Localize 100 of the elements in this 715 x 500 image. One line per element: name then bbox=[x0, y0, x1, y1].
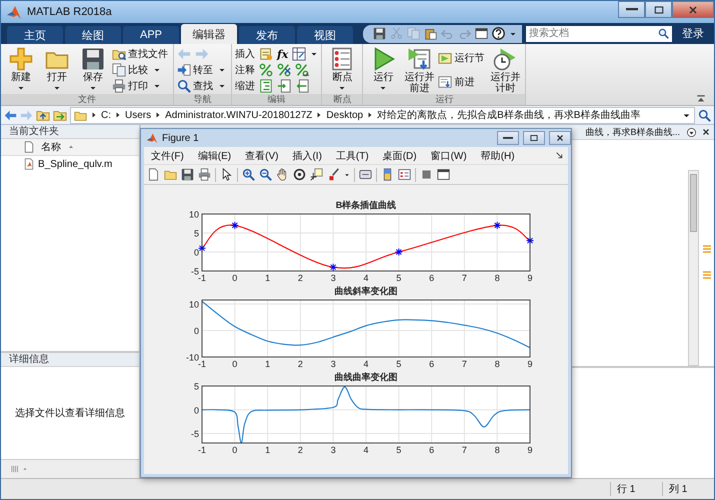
menu-item[interactable]: 帮助(H) bbox=[474, 147, 522, 164]
collapse-icon[interactable] bbox=[696, 94, 706, 104]
window-icon[interactable] bbox=[475, 27, 488, 40]
path-segment[interactable]: 对给定的离散点，先拟合成B样条曲线，再求B样条曲线曲率 bbox=[377, 108, 640, 122]
paste-icon[interactable] bbox=[424, 27, 437, 40]
menu-item[interactable]: 插入(I) bbox=[285, 147, 329, 164]
circle-caret-icon[interactable] bbox=[686, 126, 697, 138]
legend-icon[interactable] bbox=[398, 168, 411, 181]
ribbon-button[interactable]: 打开 bbox=[40, 46, 74, 94]
login-button[interactable]: 登录 bbox=[674, 26, 712, 41]
dock-arrow-icon[interactable] bbox=[555, 151, 564, 160]
indent-left-icon[interactable] bbox=[295, 79, 309, 93]
scrollbar-thumb[interactable] bbox=[690, 174, 697, 232]
scrollbar[interactable] bbox=[688, 170, 699, 366]
brush-icon[interactable] bbox=[327, 168, 340, 181]
folder-up-icon[interactable] bbox=[36, 108, 50, 122]
close-button[interactable] bbox=[672, 1, 714, 18]
ribbon-button[interactable]: 转至 bbox=[177, 62, 228, 78]
tick-label: 7 bbox=[462, 359, 467, 369]
indent-right-icon[interactable] bbox=[277, 79, 291, 93]
menu-item[interactable]: 窗口(W) bbox=[424, 147, 474, 164]
maximize-button[interactable] bbox=[645, 1, 672, 18]
minimize-icon bbox=[503, 137, 513, 139]
column-label: 名称 bbox=[41, 141, 61, 154]
ribbon-button[interactable]: 运行并计时 bbox=[488, 46, 522, 94]
path-segment[interactable]: Desktop bbox=[326, 110, 364, 120]
tick-label: 2 bbox=[298, 273, 303, 283]
window-title: Figure 1 bbox=[162, 132, 199, 144]
menu-item[interactable]: 文件(F) bbox=[144, 147, 191, 164]
ribbon-button[interactable]: 比较 bbox=[112, 62, 170, 78]
back-arrow-icon[interactable] bbox=[4, 108, 17, 122]
grip-icon[interactable] bbox=[9, 464, 21, 474]
rotate-icon[interactable] bbox=[293, 168, 306, 181]
tick-label: 5 bbox=[194, 228, 199, 238]
ribbon-button[interactable]: 前进 bbox=[438, 74, 486, 90]
maximize-button[interactable] bbox=[523, 131, 545, 145]
table-icon[interactable] bbox=[292, 47, 306, 61]
zoom-out-icon[interactable] bbox=[259, 168, 272, 181]
path-segment[interactable]: Administrator.WIN7U-20180127Z bbox=[165, 110, 312, 120]
document-plus-icon[interactable] bbox=[259, 47, 273, 61]
ribbon-button[interactable]: 新建 bbox=[4, 46, 38, 94]
point bbox=[230, 221, 239, 230]
ribbon-button[interactable]: 保存 bbox=[76, 46, 110, 94]
close-icon[interactable] bbox=[701, 127, 711, 137]
menu-item[interactable]: 查看(V) bbox=[238, 147, 286, 164]
chart-title: 曲线斜率变化图 bbox=[334, 286, 398, 296]
sort-icon[interactable] bbox=[22, 466, 28, 472]
folder-arrow-icon[interactable] bbox=[53, 108, 67, 122]
colorbar-icon[interactable] bbox=[381, 168, 394, 181]
minimize-button[interactable] bbox=[497, 131, 519, 145]
file-name[interactable]: B_Spline_qulv.m bbox=[38, 158, 112, 170]
search-icon[interactable] bbox=[658, 28, 669, 38]
status-text: 列 1 bbox=[662, 482, 714, 496]
link-icon[interactable] bbox=[359, 168, 372, 181]
ribbon-tab[interactable]: 视图 bbox=[297, 26, 353, 44]
ribbon-button[interactable]: 运行并前进 bbox=[402, 46, 436, 94]
data-cursor-icon[interactable] bbox=[310, 168, 323, 181]
percent-arrow-icon[interactable] bbox=[295, 63, 309, 77]
ribbon-tab[interactable]: 主页 bbox=[7, 26, 63, 44]
zoom-in-icon[interactable] bbox=[242, 168, 255, 181]
pointer-icon[interactable] bbox=[220, 168, 233, 181]
path-segment[interactable]: Users bbox=[125, 110, 152, 120]
percent-cross-icon[interactable] bbox=[277, 63, 291, 77]
indent-icon[interactable] bbox=[259, 79, 273, 93]
tick-label: 5 bbox=[396, 273, 402, 283]
printer-icon[interactable] bbox=[198, 168, 211, 181]
menu-item[interactable]: 工具(T) bbox=[328, 147, 376, 164]
function-button[interactable]: fx bbox=[277, 48, 288, 60]
minimize-button[interactable] bbox=[618, 1, 645, 18]
tick-label: 3 bbox=[330, 359, 336, 369]
window-icon[interactable] bbox=[437, 168, 450, 181]
percent-icon[interactable] bbox=[259, 63, 273, 77]
ribbon-tab[interactable]: 编辑器 bbox=[181, 24, 237, 44]
editor-tab-title[interactable]: 曲线，再求B样条曲线... bbox=[585, 126, 680, 138]
search-field[interactable]: 搜索文档 bbox=[526, 26, 672, 42]
path-segment[interactable]: C: bbox=[101, 110, 111, 120]
square-icon[interactable] bbox=[420, 168, 433, 181]
help-icon[interactable] bbox=[492, 27, 505, 40]
group-label: 导航 bbox=[174, 94, 231, 105]
ribbon-tab[interactable]: APP bbox=[123, 26, 179, 44]
ribbon-tab[interactable]: 绘图 bbox=[65, 26, 121, 44]
ribbon-button[interactable]: 运行节 bbox=[438, 50, 486, 66]
tick-label: 1 bbox=[265, 445, 270, 455]
ribbon-tab[interactable]: 发布 bbox=[239, 26, 295, 44]
menu-item[interactable]: 桌面(D) bbox=[376, 147, 424, 164]
ribbon-button[interactable]: 查找文件 bbox=[112, 46, 170, 62]
tick-label: 7 bbox=[462, 445, 467, 455]
folder-icon[interactable] bbox=[164, 168, 177, 181]
ribbon-button[interactable]: 运行 bbox=[366, 46, 400, 94]
close-button[interactable] bbox=[549, 131, 571, 145]
search-icon[interactable] bbox=[698, 108, 711, 122]
caret-icon[interactable] bbox=[310, 50, 318, 58]
caret-icon[interactable] bbox=[344, 172, 350, 178]
ribbon-button[interactable]: 打印 bbox=[112, 78, 170, 94]
ribbon-button[interactable]: 断点 bbox=[325, 46, 360, 94]
hand-icon[interactable] bbox=[276, 168, 289, 181]
chevron-icon bbox=[90, 111, 98, 119]
menu-item[interactable]: 编辑(E) bbox=[190, 147, 238, 164]
ribbon-button[interactable]: 查找 bbox=[177, 78, 228, 94]
new-file-icon[interactable] bbox=[147, 168, 160, 181]
